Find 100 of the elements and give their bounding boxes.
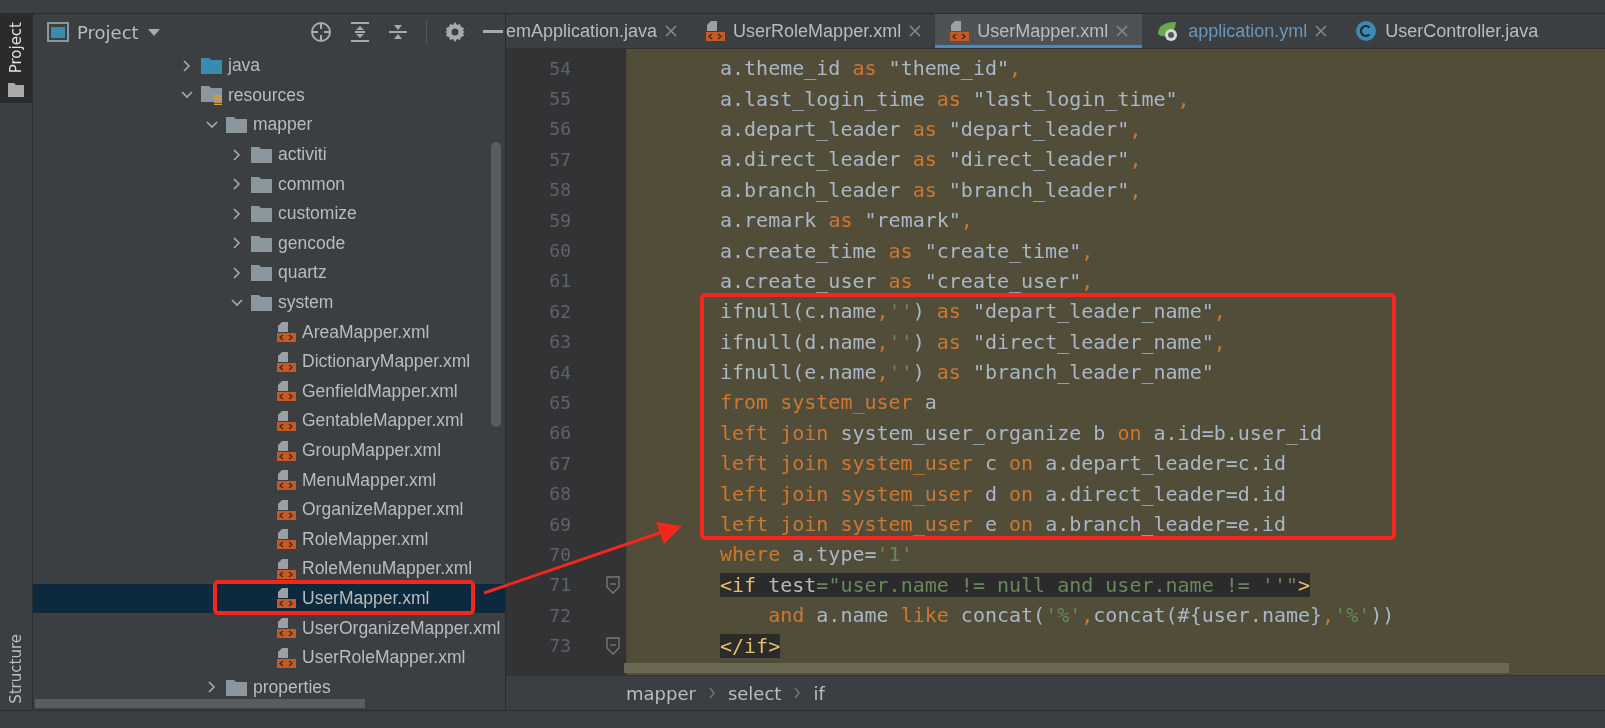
folder-icon <box>251 175 272 193</box>
tree-item-label: customize <box>278 203 357 225</box>
xml-file-icon <box>276 439 296 462</box>
tree-item-label: activiti <box>278 144 327 166</box>
minimize-icon[interactable] <box>483 30 503 34</box>
tree-item[interactable]: customize <box>33 198 505 229</box>
tree-item[interactable]: OrganizeMapper.xml <box>33 494 505 525</box>
editor-tab[interactable]: emApplication.java <box>506 14 692 48</box>
expand-all-icon[interactable] <box>350 21 370 43</box>
tree-item[interactable]: AreaMapper.xml <box>33 317 505 347</box>
editor-tab[interactable]: UserController.java <box>1341 14 1553 48</box>
tree-item-label: system <box>278 292 334 314</box>
tree-item[interactable]: mapper <box>33 110 505 140</box>
tree-item-label: gencode <box>278 232 346 254</box>
breadcrumb[interactable]: select <box>727 682 782 704</box>
tree-item-label: DictionaryMapper.xml <box>302 351 471 373</box>
code-line: a.theme_id as "theme_id", <box>720 56 1022 81</box>
panel-title: Project <box>77 21 139 43</box>
tree-item-label: OrganizeMapper.xml <box>302 499 464 521</box>
xml-file-icon <box>276 528 296 551</box>
xml-file-icon <box>276 646 296 669</box>
tree-item[interactable]: MenuMapper.xml <box>33 465 505 495</box>
window-icon <box>47 22 69 42</box>
scrollbar[interactable] <box>35 699 365 708</box>
close-icon[interactable] <box>909 25 922 37</box>
fold-marker-icon[interactable] <box>606 636 620 655</box>
chevron-right-icon <box>793 687 802 699</box>
tree-item-label: GenfieldMapper.xml <box>302 380 458 402</box>
tree-item[interactable]: system <box>33 287 505 318</box>
folder-icon <box>201 57 222 75</box>
code-line: where a.type='1' <box>720 542 913 567</box>
tree-item[interactable]: gencode <box>33 228 505 259</box>
xml-file-icon <box>705 20 726 42</box>
code-line: a.depart_leader as "depart_leader", <box>720 116 1142 141</box>
tree-item-label: quartz <box>278 262 327 284</box>
xml-file-icon <box>276 409 296 432</box>
crosshair-icon[interactable] <box>310 21 332 43</box>
tool-window-tab[interactable]: Structure <box>0 626 32 710</box>
code-line: ifnull(e.name,'') as "branch_leader_name" <box>720 360 1214 385</box>
code-line: a.last_login_time as "last_login_time", <box>720 86 1190 111</box>
editor-tab[interactable]: UserMapper.xml <box>935 14 1143 48</box>
tree-item-label: properties <box>253 676 331 698</box>
scrollbar[interactable] <box>491 142 501 427</box>
tree-item[interactable]: RoleMapper.xml <box>33 524 505 555</box>
tree-item[interactable]: GroupMapper.xml <box>33 435 505 466</box>
tree-item[interactable]: DictionaryMapper.xml <box>33 346 505 377</box>
code-line: from system_user a <box>720 390 937 415</box>
close-icon[interactable] <box>1315 25 1328 37</box>
code-line: left join system_user d on a.direct_leader=d.id <box>720 481 1286 506</box>
tree-item[interactable]: properties <box>33 672 505 703</box>
tool-window-tab[interactable]: Project <box>0 14 32 104</box>
code-line: a.create_user as "create_user", <box>720 268 1094 293</box>
tree-item[interactable]: RoleMenuMapper.xml <box>33 554 505 584</box>
code-line: a.remark as "remark", <box>720 208 973 233</box>
folder-icon <box>251 205 272 223</box>
xml-file-icon <box>276 469 296 492</box>
tree-item[interactable]: GenfieldMapper.xml <box>33 376 505 407</box>
dropdown-caret-icon[interactable] <box>146 27 161 37</box>
folder-icon <box>251 264 272 282</box>
tree-item[interactable]: quartz <box>33 258 505 288</box>
close-icon[interactable] <box>665 25 678 37</box>
code-line: left join system_user e on a.branch_leader=e.id <box>720 512 1286 537</box>
tree-item[interactable]: UserRoleMapper.xml <box>33 642 505 673</box>
xml-file-icon <box>276 498 296 521</box>
tree-item[interactable]: java <box>33 51 505 81</box>
folder-icon <box>251 234 272 252</box>
breadcrumb[interactable]: if <box>813 682 825 704</box>
fold-marker-icon[interactable] <box>606 575 620 594</box>
tree-item[interactable]: UserOrganizeMapper.xml <box>33 613 505 643</box>
tree-item-label: common <box>278 173 346 195</box>
tree-item-label: MenuMapper.xml <box>302 469 437 491</box>
scrollbar[interactable] <box>624 663 1509 673</box>
tree-item[interactable]: UserMapper.xml <box>33 583 505 614</box>
code-line: left join system_user_organize b on a.id=b.user_id <box>720 420 1323 445</box>
code-line: a.direct_leader as "direct_leader", <box>720 147 1142 172</box>
code-line: ifnull(d.name,'') as "direct_leader_name", <box>720 329 1226 354</box>
tree-item-label: RoleMenuMapper.xml <box>302 558 473 580</box>
tree-item-label: AreaMapper.xml <box>302 321 430 343</box>
xml-file-icon <box>276 617 296 640</box>
tree-item[interactable]: activiti <box>33 139 505 170</box>
tree-item[interactable]: common <box>33 169 505 199</box>
settings-icon[interactable] <box>445 22 465 42</box>
tree-item-label: UserRoleMapper.xml <box>302 647 466 669</box>
xml-file-icon <box>276 350 296 373</box>
folder-icon <box>226 678 247 696</box>
breadcrumb[interactable]: mapper <box>626 682 696 704</box>
editor-tab[interactable]: application.yml <box>1142 14 1342 48</box>
editor-tab[interactable]: UserRoleMapper.xml <box>691 14 936 48</box>
xml-file-icon <box>949 20 970 42</box>
folder-icon <box>251 146 272 164</box>
tree-item-label: UserOrganizeMapper.xml <box>302 617 501 639</box>
folder-icon <box>251 294 272 312</box>
resource-folder-icon <box>201 85 222 106</box>
class-icon <box>1355 20 1378 42</box>
tree-item[interactable]: resources <box>33 80 505 111</box>
tree-item-label: GroupMapper.xml <box>302 440 442 461</box>
code-line: ifnull(c.name,'') as "depart_leader_name", <box>720 299 1226 324</box>
code-line: and a.name like concat('%',concat(#{user.name},'%')) <box>767 603 1395 628</box>
tree-item[interactable]: GentableMapper.xml <box>33 406 505 436</box>
xml-file-icon <box>276 380 296 403</box>
